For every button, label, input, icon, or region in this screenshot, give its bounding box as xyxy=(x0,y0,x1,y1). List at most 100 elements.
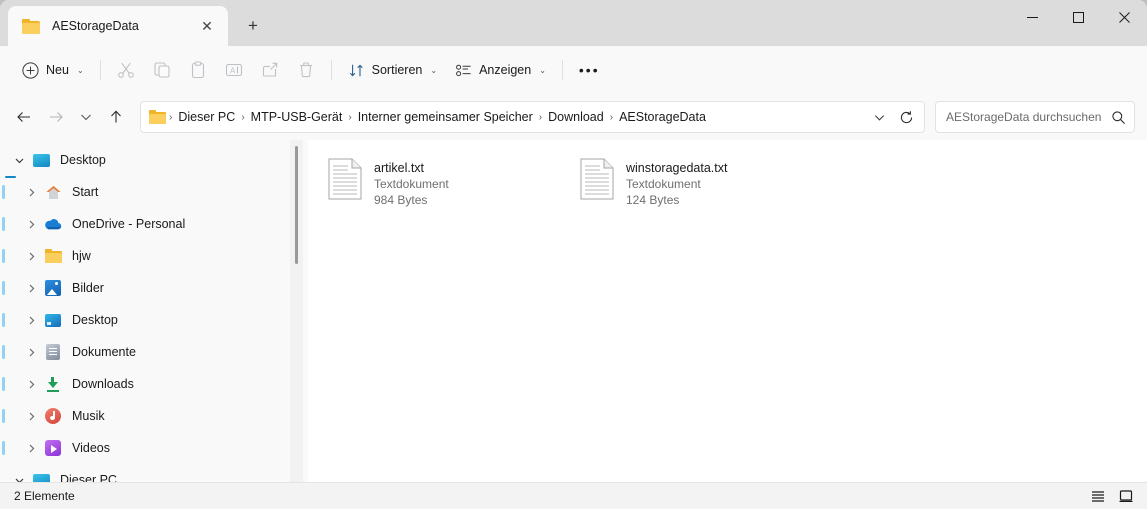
folder-icon xyxy=(149,110,166,124)
breadcrumb-item-download[interactable]: Download xyxy=(543,107,609,127)
monitor-icon xyxy=(30,153,52,167)
plus-circle-icon xyxy=(22,61,39,79)
maximize-button[interactable] xyxy=(1055,0,1101,34)
search-icon[interactable] xyxy=(1108,110,1128,125)
file-name: winstoragedata.txt xyxy=(626,161,728,175)
chevron-right-icon[interactable] xyxy=(20,283,42,294)
navigation-pane[interactable]: Desktop Start OneDrive - Personal hjw Bi… xyxy=(0,140,308,482)
refresh-button[interactable] xyxy=(892,104,920,130)
breadcrumb-item-aestoragedata[interactable]: AEStorageData xyxy=(614,107,711,127)
back-button[interactable] xyxy=(8,101,40,133)
paste-button[interactable] xyxy=(180,54,216,86)
sidebar-item-bilder[interactable]: Bilder xyxy=(2,272,300,304)
sidebar-item-label: Desktop xyxy=(60,153,106,167)
monitor-icon xyxy=(30,473,52,482)
chevron-right-icon[interactable] xyxy=(20,443,42,454)
cut-button[interactable] xyxy=(108,54,144,86)
chevron-down-icon: ⌄ xyxy=(76,65,84,75)
text-document-icon xyxy=(328,158,362,200)
sidebar-item-hjw[interactable]: hjw xyxy=(2,240,300,272)
address-dropdown-icon[interactable] xyxy=(866,104,892,130)
share-icon xyxy=(261,61,279,79)
forward-button[interactable] xyxy=(40,101,72,133)
music-icon xyxy=(42,408,64,424)
sidebar-scrollbar-thumb[interactable] xyxy=(295,146,298,264)
rename-icon: A xyxy=(225,61,243,79)
sidebar-item-desktop-root[interactable]: Desktop xyxy=(2,144,300,176)
view-button[interactable]: Anzeigen ⌄ xyxy=(446,54,555,86)
more-options-button[interactable]: ••• xyxy=(570,62,609,78)
chevron-down-icon[interactable] xyxy=(8,155,30,166)
sidebar-item-label: Musik xyxy=(72,409,105,423)
details-view-icon[interactable] xyxy=(1085,485,1111,507)
chevron-right-icon[interactable] xyxy=(20,187,42,198)
edge-accent xyxy=(2,217,5,231)
chevron-down-icon[interactable] xyxy=(8,475,30,482)
search-box[interactable] xyxy=(935,101,1135,133)
sidebar-item-videos[interactable]: Videos xyxy=(2,432,300,464)
videos-icon xyxy=(42,440,64,456)
view-layout-icon xyxy=(455,62,472,79)
sidebar-item-label: hjw xyxy=(72,249,91,263)
sidebar-item-desktop[interactable]: Desktop xyxy=(2,304,300,336)
recent-locations-button[interactable] xyxy=(72,101,100,133)
rename-button[interactable]: A xyxy=(216,54,252,86)
edge-accent xyxy=(2,185,5,199)
copy-button[interactable] xyxy=(144,54,180,86)
cloud-icon xyxy=(42,217,64,231)
edge-accent xyxy=(2,377,5,391)
chevron-right-icon[interactable] xyxy=(20,411,42,422)
list-item[interactable]: winstoragedata.txt Textdokument 124 Byte… xyxy=(572,152,824,216)
search-input[interactable] xyxy=(946,110,1108,124)
breadcrumb: › Dieser PC › MTP-USB-Gerät › Interner g… xyxy=(168,107,866,127)
list-item[interactable]: artikel.txt Textdokument 984 Bytes xyxy=(320,152,572,216)
large-icons-view-icon[interactable] xyxy=(1113,485,1139,507)
share-button[interactable] xyxy=(252,54,288,86)
svg-text:A: A xyxy=(230,66,236,75)
edge-accent xyxy=(2,345,5,359)
sidebar-item-musik[interactable]: Musik xyxy=(2,400,300,432)
content-area: Desktop Start OneDrive - Personal hjw Bi… xyxy=(0,140,1147,482)
file-name: artikel.txt xyxy=(374,161,425,175)
breadcrumb-item-dieser-pc[interactable]: Dieser PC xyxy=(173,107,240,127)
breadcrumb-item-interner-speicher[interactable]: Interner gemeinsamer Speicher xyxy=(353,107,538,127)
sidebar-item-start[interactable]: Start xyxy=(2,176,300,208)
close-tab-icon[interactable]: ✕ xyxy=(194,13,220,39)
chevron-down-icon: ⌄ xyxy=(539,65,546,75)
item-count-label: 2 Elemente xyxy=(14,489,75,503)
file-tiles: artikel.txt Textdokument 984 Bytes winst… xyxy=(320,152,1147,216)
edge-accent xyxy=(2,409,5,423)
sidebar-item-dokumente[interactable]: Dokumente xyxy=(2,336,300,368)
chevron-right-icon[interactable] xyxy=(20,251,42,262)
sort-button-label: Sortieren xyxy=(371,63,423,77)
file-type: Textdokument xyxy=(626,177,701,191)
chevron-right-icon[interactable] xyxy=(20,347,42,358)
up-button[interactable] xyxy=(100,101,132,133)
breadcrumb-item-mtp-usb-geraet[interactable]: MTP-USB-Gerät xyxy=(246,107,348,127)
address-bar[interactable]: › Dieser PC › MTP-USB-Gerät › Interner g… xyxy=(140,101,925,133)
sidebar-item-label: Bilder xyxy=(72,281,104,295)
tab-aestoragedata[interactable]: AEStorageData ✕ xyxy=(8,6,228,46)
close-window-button[interactable] xyxy=(1101,0,1147,34)
chevron-right-icon[interactable] xyxy=(20,315,42,326)
new-button[interactable]: Neu ⌄ xyxy=(14,54,93,86)
tab-strip: AEStorageData ✕ + xyxy=(0,0,270,46)
chevron-right-icon[interactable] xyxy=(20,379,42,390)
command-bar: Neu ⌄ A Sortieren ⌄ Anzeigen ⌄ ••• xyxy=(0,46,1147,94)
sort-button[interactable]: Sortieren ⌄ xyxy=(339,54,446,86)
sidebar-item-label: Dokumente xyxy=(72,345,136,359)
file-explorer-window: AEStorageData ✕ + Neu ⌄ A Sortieren ⌄ An… xyxy=(0,0,1147,509)
titlebar-drag-region xyxy=(270,0,1009,46)
delete-button[interactable] xyxy=(288,54,324,86)
sidebar-item-onedrive[interactable]: OneDrive - Personal xyxy=(2,208,300,240)
breadcrumb-separator: › xyxy=(348,111,352,123)
new-tab-button[interactable]: + xyxy=(236,8,270,42)
sort-icon xyxy=(348,62,365,79)
new-button-label: Neu xyxy=(46,63,69,77)
minimize-button[interactable] xyxy=(1009,0,1055,34)
chevron-right-icon[interactable] xyxy=(20,219,42,230)
file-list-pane[interactable]: artikel.txt Textdokument 984 Bytes winst… xyxy=(308,140,1147,482)
toolbar-divider xyxy=(99,60,101,80)
sidebar-item-dieser-pc[interactable]: Dieser PC xyxy=(2,464,300,482)
sidebar-item-downloads[interactable]: Downloads xyxy=(2,368,300,400)
